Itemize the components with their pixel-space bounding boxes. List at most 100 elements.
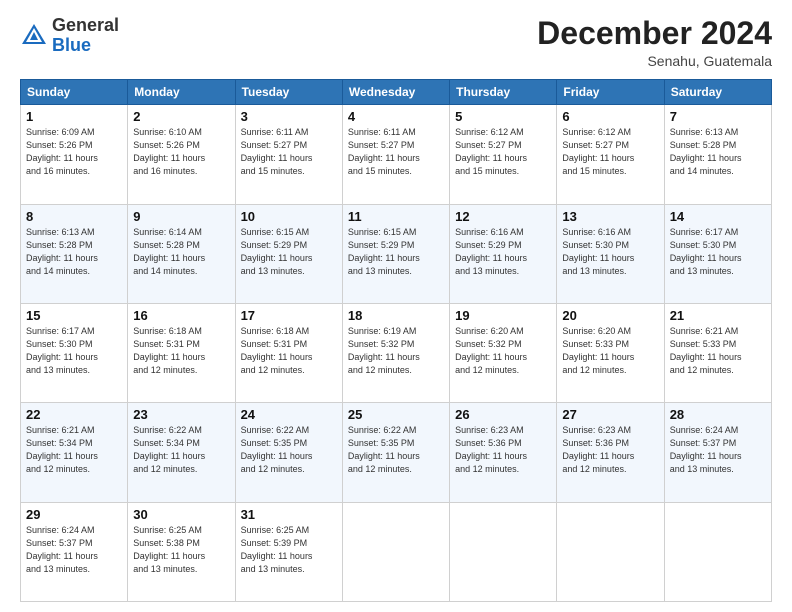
day-info: Sunrise: 6:21 AM Sunset: 5:34 PM Dayligh… xyxy=(26,424,122,476)
calendar-cell: 22Sunrise: 6:21 AM Sunset: 5:34 PM Dayli… xyxy=(21,403,128,502)
calendar-cell: 9 Sunrise: 6:14 AM Sunset: 5:28 PM Daylig… xyxy=(128,204,235,303)
day-number: 7 xyxy=(670,109,766,124)
day-info: Sunrise: 6:11 AM Sunset: 5:27 PM Dayligh… xyxy=(241,126,337,178)
day-number: 9 xyxy=(133,209,229,224)
day-number: 21 xyxy=(670,308,766,323)
day-number: 2 xyxy=(133,109,229,124)
day-number: 17 xyxy=(241,308,337,323)
day-number: 14 xyxy=(670,209,766,224)
calendar-cell xyxy=(450,502,557,601)
day-number: 16 xyxy=(133,308,229,323)
calendar-cell: 23 Sunrise: 6:22 AM Sunset: 5:34 PM Dayli… xyxy=(128,403,235,502)
day-info: Sunrise: 6:23 AM Sunset: 5:36 PM Dayligh… xyxy=(455,424,551,476)
day-number: 4 xyxy=(348,109,444,124)
calendar-cell: 6 Sunrise: 6:12 AM Sunset: 5:27 PM Daylig… xyxy=(557,105,664,204)
calendar: SundayMondayTuesdayWednesdayThursdayFrid… xyxy=(20,79,772,602)
day-info: Sunrise: 6:22 AM Sunset: 5:34 PM Dayligh… xyxy=(133,424,229,476)
day-number: 8 xyxy=(26,209,122,224)
weekday-header: Sunday xyxy=(21,80,128,105)
day-info: Sunrise: 6:12 AM Sunset: 5:27 PM Dayligh… xyxy=(562,126,658,178)
day-info: Sunrise: 6:24 AM Sunset: 5:37 PM Dayligh… xyxy=(26,524,122,576)
calendar-cell: 1 Sunrise: 6:09 AM Sunset: 5:26 PM Daylig… xyxy=(21,105,128,204)
day-number: 27 xyxy=(562,407,658,422)
day-number: 5 xyxy=(455,109,551,124)
day-info: Sunrise: 6:25 AM Sunset: 5:39 PM Dayligh… xyxy=(241,524,337,576)
calendar-cell xyxy=(342,502,449,601)
day-info: Sunrise: 6:13 AM Sunset: 5:28 PM Dayligh… xyxy=(26,226,122,278)
calendar-cell: 17 Sunrise: 6:18 AM Sunset: 5:31 PM Dayli… xyxy=(235,303,342,402)
day-number: 12 xyxy=(455,209,551,224)
day-number: 20 xyxy=(562,308,658,323)
day-info: Sunrise: 6:18 AM Sunset: 5:31 PM Dayligh… xyxy=(241,325,337,377)
calendar-header: SundayMondayTuesdayWednesdayThursdayFrid… xyxy=(21,80,772,105)
calendar-week-row: 8 Sunrise: 6:13 AM Sunset: 5:28 PM Daylig… xyxy=(21,204,772,303)
calendar-cell: 10Sunrise: 6:15 AM Sunset: 5:29 PM Dayli… xyxy=(235,204,342,303)
day-info: Sunrise: 6:22 AM Sunset: 5:35 PM Dayligh… xyxy=(241,424,337,476)
calendar-cell: 21 Sunrise: 6:21 AM Sunset: 5:33 PM Dayli… xyxy=(664,303,771,402)
weekday-row: SundayMondayTuesdayWednesdayThursdayFrid… xyxy=(21,80,772,105)
calendar-cell: 11 Sunrise: 6:15 AM Sunset: 5:29 PM Dayli… xyxy=(342,204,449,303)
calendar-cell: 16 Sunrise: 6:18 AM Sunset: 5:31 PM Dayli… xyxy=(128,303,235,402)
logo-icon xyxy=(20,22,48,50)
day-info: Sunrise: 6:15 AM Sunset: 5:29 PM Dayligh… xyxy=(241,226,337,278)
calendar-cell: 29Sunrise: 6:24 AM Sunset: 5:37 PM Dayli… xyxy=(21,502,128,601)
day-info: Sunrise: 6:12 AM Sunset: 5:27 PM Dayligh… xyxy=(455,126,551,178)
day-info: Sunrise: 6:14 AM Sunset: 5:28 PM Dayligh… xyxy=(133,226,229,278)
day-info: Sunrise: 6:11 AM Sunset: 5:27 PM Dayligh… xyxy=(348,126,444,178)
day-info: Sunrise: 6:13 AM Sunset: 5:28 PM Dayligh… xyxy=(670,126,766,178)
day-info: Sunrise: 6:20 AM Sunset: 5:32 PM Dayligh… xyxy=(455,325,551,377)
day-number: 11 xyxy=(348,209,444,224)
calendar-cell: 15Sunrise: 6:17 AM Sunset: 5:30 PM Dayli… xyxy=(21,303,128,402)
page: General Blue December 2024 Senahu, Guate… xyxy=(0,0,792,612)
weekday-header: Thursday xyxy=(450,80,557,105)
weekday-header: Saturday xyxy=(664,80,771,105)
calendar-cell: 2Sunrise: 6:10 AM Sunset: 5:26 PM Daylig… xyxy=(128,105,235,204)
calendar-cell: 13Sunrise: 6:16 AM Sunset: 5:30 PM Dayli… xyxy=(557,204,664,303)
month-title: December 2024 xyxy=(537,16,772,51)
calendar-cell: 25Sunrise: 6:22 AM Sunset: 5:35 PM Dayli… xyxy=(342,403,449,502)
day-number: 28 xyxy=(670,407,766,422)
day-info: Sunrise: 6:18 AM Sunset: 5:31 PM Dayligh… xyxy=(133,325,229,377)
day-info: Sunrise: 6:20 AM Sunset: 5:33 PM Dayligh… xyxy=(562,325,658,377)
day-number: 26 xyxy=(455,407,551,422)
calendar-cell xyxy=(664,502,771,601)
calendar-cell: 20 Sunrise: 6:20 AM Sunset: 5:33 PM Dayli… xyxy=(557,303,664,402)
day-number: 23 xyxy=(133,407,229,422)
logo: General Blue xyxy=(20,16,119,56)
day-info: Sunrise: 6:09 AM Sunset: 5:26 PM Dayligh… xyxy=(26,126,122,178)
day-info: Sunrise: 6:23 AM Sunset: 5:36 PM Dayligh… xyxy=(562,424,658,476)
day-info: Sunrise: 6:24 AM Sunset: 5:37 PM Dayligh… xyxy=(670,424,766,476)
calendar-cell: 26 Sunrise: 6:23 AM Sunset: 5:36 PM Dayli… xyxy=(450,403,557,502)
header: General Blue December 2024 Senahu, Guate… xyxy=(20,16,772,69)
calendar-week-row: 22Sunrise: 6:21 AM Sunset: 5:34 PM Dayli… xyxy=(21,403,772,502)
logo-text: General Blue xyxy=(52,16,119,56)
calendar-week-row: 15Sunrise: 6:17 AM Sunset: 5:30 PM Dayli… xyxy=(21,303,772,402)
calendar-cell: 8 Sunrise: 6:13 AM Sunset: 5:28 PM Daylig… xyxy=(21,204,128,303)
day-info: Sunrise: 6:17 AM Sunset: 5:30 PM Dayligh… xyxy=(670,226,766,278)
day-number: 19 xyxy=(455,308,551,323)
calendar-cell: 30Sunrise: 6:25 AM Sunset: 5:38 PM Dayli… xyxy=(128,502,235,601)
calendar-cell: 18 Sunrise: 6:19 AM Sunset: 5:32 PM Dayli… xyxy=(342,303,449,402)
calendar-cell: 5 Sunrise: 6:12 AM Sunset: 5:27 PM Daylig… xyxy=(450,105,557,204)
title-block: December 2024 Senahu, Guatemala xyxy=(537,16,772,69)
calendar-cell: 27 Sunrise: 6:23 AM Sunset: 5:36 PM Dayli… xyxy=(557,403,664,502)
day-number: 6 xyxy=(562,109,658,124)
calendar-cell: 12 Sunrise: 6:16 AM Sunset: 5:29 PM Dayli… xyxy=(450,204,557,303)
day-info: Sunrise: 6:21 AM Sunset: 5:33 PM Dayligh… xyxy=(670,325,766,377)
calendar-cell: 4 Sunrise: 6:11 AM Sunset: 5:27 PM Daylig… xyxy=(342,105,449,204)
weekday-header: Tuesday xyxy=(235,80,342,105)
calendar-cell: 31Sunrise: 6:25 AM Sunset: 5:39 PM Dayli… xyxy=(235,502,342,601)
day-info: Sunrise: 6:15 AM Sunset: 5:29 PM Dayligh… xyxy=(348,226,444,278)
calendar-cell: 28 Sunrise: 6:24 AM Sunset: 5:37 PM Dayli… xyxy=(664,403,771,502)
day-info: Sunrise: 6:19 AM Sunset: 5:32 PM Dayligh… xyxy=(348,325,444,377)
day-number: 1 xyxy=(26,109,122,124)
day-number: 18 xyxy=(348,308,444,323)
day-info: Sunrise: 6:25 AM Sunset: 5:38 PM Dayligh… xyxy=(133,524,229,576)
calendar-table: SundayMondayTuesdayWednesdayThursdayFrid… xyxy=(20,79,772,602)
calendar-body: 1 Sunrise: 6:09 AM Sunset: 5:26 PM Daylig… xyxy=(21,105,772,602)
day-info: Sunrise: 6:17 AM Sunset: 5:30 PM Dayligh… xyxy=(26,325,122,377)
weekday-header: Monday xyxy=(128,80,235,105)
day-number: 25 xyxy=(348,407,444,422)
day-number: 13 xyxy=(562,209,658,224)
day-info: Sunrise: 6:16 AM Sunset: 5:29 PM Dayligh… xyxy=(455,226,551,278)
